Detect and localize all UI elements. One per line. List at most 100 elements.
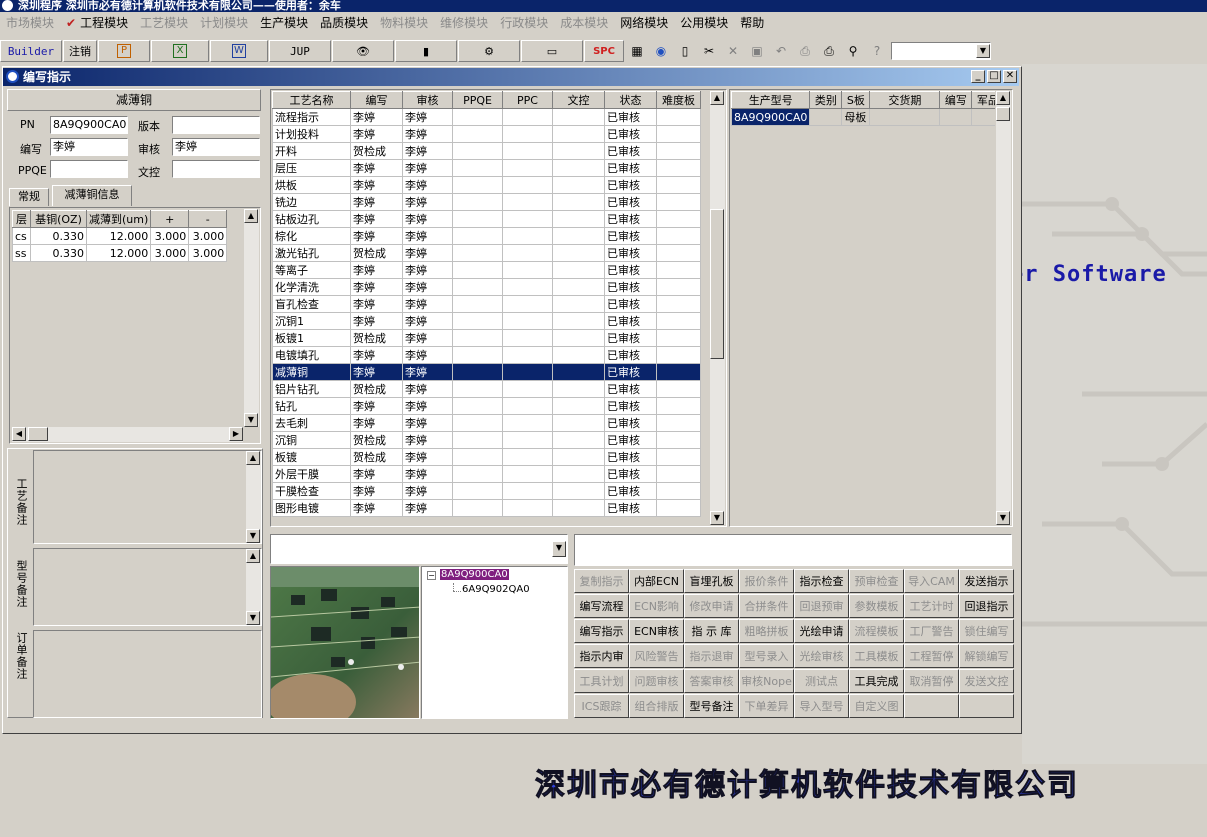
scroll-thumb[interactable] xyxy=(996,107,1010,121)
toolbar-combo[interactable]: ▼ xyxy=(891,42,991,60)
menu-item[interactable]: 品质模块 xyxy=(314,14,374,31)
action-button[interactable]: 内部ECN xyxy=(629,569,684,593)
table-row[interactable]: 铣边 李婷 李婷 已审核 xyxy=(272,193,701,211)
action-button[interactable]: 工具模板 xyxy=(849,644,904,668)
action-button[interactable]: 锁住编写 xyxy=(959,619,1014,643)
scroll-up-icon[interactable]: ▲ xyxy=(246,549,260,563)
scroll-up-icon[interactable]: ▲ xyxy=(710,91,724,105)
action-button[interactable]: 型号录入 xyxy=(739,644,794,668)
action-button[interactable]: 盲埋孔板 xyxy=(684,569,739,593)
table-row[interactable]: 铝片钻孔 贺检成 李婷 已审核 xyxy=(272,380,701,398)
tab-general[interactable]: 常规 xyxy=(9,188,49,206)
action-button[interactable]: 合拼条件 xyxy=(739,594,794,618)
minimize-icon[interactable]: _ xyxy=(971,70,985,83)
menu-item[interactable]: 帮助 xyxy=(734,14,770,31)
find-icon[interactable]: ⚲ xyxy=(841,40,865,62)
action-button[interactable]: 取消暂停 xyxy=(904,669,959,693)
action-button[interactable]: ECN审核 xyxy=(629,619,684,643)
table-row[interactable]: 板镀1 贺检成 李婷 已审核 xyxy=(272,329,701,347)
menu-item[interactable]: 网络模块 xyxy=(614,14,674,31)
spc-button[interactable]: SPC xyxy=(584,40,624,62)
table-row[interactable]: cs 0.330 12.000 3.000 3.000 xyxy=(12,227,228,245)
review-field[interactable]: 李婷 xyxy=(172,138,260,156)
builder-button[interactable]: Builder xyxy=(0,40,62,62)
table-row[interactable]: 棕化 李婷 李婷 已审核 xyxy=(272,227,701,245)
scroll-up-icon[interactable]: ▲ xyxy=(996,91,1010,105)
action-button[interactable]: 下单差异 xyxy=(739,694,794,718)
action-button[interactable]: ICS跟踪 xyxy=(574,694,629,718)
maximize-icon[interactable]: □ xyxy=(987,70,1001,83)
action-button[interactable]: 发送文控 xyxy=(959,669,1014,693)
table-row[interactable]: 沉铜 贺检成 李婷 已审核 xyxy=(272,431,701,449)
action-button[interactable]: 工程暂停 xyxy=(904,644,959,668)
scroll-thumb[interactable] xyxy=(28,427,48,441)
copper-hscroll[interactable]: ◀ ▶ xyxy=(11,426,243,442)
table-row[interactable]: 计划投料 李婷 李婷 已审核 xyxy=(272,125,701,143)
menu-item[interactable]: 物料模块 xyxy=(374,14,434,31)
chevron-down-icon[interactable]: ▼ xyxy=(976,44,990,58)
table-row[interactable]: 干膜检查 李婷 李婷 已审核 xyxy=(272,482,701,500)
order-note-field[interactable] xyxy=(33,630,262,718)
menu-item[interactable]: 计划模块 xyxy=(194,14,254,31)
column-header[interactable]: + xyxy=(150,210,190,228)
scroll-up-icon[interactable]: ▲ xyxy=(244,209,258,223)
jup-button[interactable]: JUP xyxy=(269,40,331,62)
column-header[interactable]: 审核 xyxy=(402,91,453,109)
scroll-down-icon[interactable]: ▼ xyxy=(996,511,1010,525)
table-row[interactable]: 去毛刺 李婷 李婷 已审核 xyxy=(272,414,701,432)
action-button[interactable]: 复制指示 xyxy=(574,569,629,593)
delete-icon[interactable]: ✕ xyxy=(721,40,745,62)
process-note-field[interactable]: ▲ ▼ xyxy=(33,450,262,544)
action-button[interactable]: 光绘审核 xyxy=(794,644,849,668)
action-button[interactable]: 光绘申请 xyxy=(794,619,849,643)
action-button[interactable]: 导入型号 xyxy=(794,694,849,718)
table-row[interactable]: 等离子 李婷 李婷 已审核 xyxy=(272,261,701,279)
action-button[interactable]: 流程模板 xyxy=(849,619,904,643)
table-row[interactable]: 减薄铜 李婷 李婷 已审核 xyxy=(272,363,701,381)
tab-copper-thinning[interactable]: 减薄铜信息 xyxy=(52,185,132,206)
scroll-down-icon[interactable]: ▼ xyxy=(246,529,260,543)
action-button[interactable]: 测试点 xyxy=(794,669,849,693)
tree-child-node[interactable]: 6A9Q902QA0 xyxy=(462,584,530,595)
action-button[interactable]: 风险警告 xyxy=(629,644,684,668)
menu-item[interactable]: 维修模块 xyxy=(434,14,494,31)
powerpoint-icon[interactable]: P xyxy=(98,40,150,62)
action-button[interactable]: 参数模板 xyxy=(849,594,904,618)
table-row[interactable]: 钻板边孔 李婷 李婷 已审核 xyxy=(272,210,701,228)
menu-item[interactable]: 市场模块 xyxy=(0,14,60,31)
action-button[interactable]: 修改申请 xyxy=(684,594,739,618)
table-row[interactable]: 板镀 贺检成 李婷 已审核 xyxy=(272,448,701,466)
column-header[interactable]: 难度板 xyxy=(656,91,701,109)
column-header[interactable]: 文控 xyxy=(552,91,605,109)
database-icon[interactable]: ▮ xyxy=(395,40,457,62)
action-button[interactable]: 发送指示 xyxy=(959,569,1014,593)
action-button[interactable]: 编写流程 xyxy=(574,594,629,618)
column-header[interactable]: S板 xyxy=(841,91,871,109)
action-button[interactable]: 型号备注 xyxy=(684,694,739,718)
action-button[interactable]: 解锁编写 xyxy=(959,644,1014,668)
menu-item[interactable]: 行政模块 xyxy=(494,14,554,31)
close-icon[interactable]: ✕ xyxy=(1003,70,1017,83)
action-button[interactable]: 审核Nope xyxy=(739,669,794,693)
model-vscroll[interactable]: ▲ ▼ xyxy=(995,91,1011,525)
model-note-field[interactable]: ▲ ▼ xyxy=(33,548,262,626)
writer-field[interactable]: 李婷 xyxy=(50,138,128,156)
table-row[interactable]: 外层干膜 李婷 李婷 已审核 xyxy=(272,465,701,483)
scroll-down-icon[interactable]: ▼ xyxy=(246,611,260,625)
process-vscroll[interactable]: ▲ ▼ xyxy=(709,91,725,525)
action-button[interactable]: ECN影响 xyxy=(629,594,684,618)
menu-item[interactable]: 成本模块 xyxy=(554,14,614,31)
column-header[interactable]: 交货期 xyxy=(869,91,941,109)
scroll-down-icon[interactable]: ▼ xyxy=(710,511,724,525)
action-button[interactable]: 指 示 库 xyxy=(684,619,739,643)
column-header[interactable]: 工艺名称 xyxy=(272,91,351,109)
table-row[interactable]: 激光钻孔 贺检成 李婷 已审核 xyxy=(272,244,701,262)
scroll-left-icon[interactable]: ◀ xyxy=(12,427,26,441)
globe-icon[interactable]: ◉ xyxy=(649,40,673,62)
eye-icon[interactable]: 👁 xyxy=(332,40,394,62)
new-file-icon[interactable]: ▯ xyxy=(673,40,697,62)
cut-icon[interactable]: ✂ xyxy=(697,40,721,62)
help-icon[interactable]: ? xyxy=(865,40,889,62)
table-row[interactable]: 盲孔检查 李婷 李婷 已审核 xyxy=(272,295,701,313)
column-header[interactable]: 编写 xyxy=(939,91,973,109)
